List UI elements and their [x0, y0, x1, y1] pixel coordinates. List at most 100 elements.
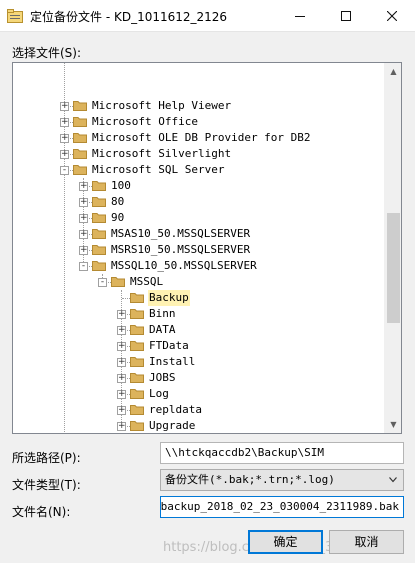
- cancel-button[interactable]: 取消: [329, 530, 404, 554]
- tree-item[interactable]: - Microsoft SQL Server: [13, 162, 385, 178]
- expand-icon[interactable]: +: [117, 310, 126, 319]
- folder-icon: [73, 149, 87, 159]
- tree-item[interactable]: + Install: [13, 354, 385, 370]
- tree-item[interactable]: Backup: [13, 290, 385, 306]
- tree-item-label: MSAS10_50.MSSQLSERVER: [111, 227, 251, 240]
- folder-icon: [92, 197, 106, 207]
- expand-icon[interactable]: +: [79, 198, 88, 207]
- folder-icon: [130, 405, 144, 415]
- expand-icon[interactable]: +: [117, 374, 126, 383]
- tree-item[interactable]: + Microsoft Office: [13, 114, 385, 130]
- expand-icon[interactable]: +: [79, 182, 88, 191]
- folder-icon: [130, 357, 144, 367]
- folder-tree[interactable]: + Microsoft Help Viewer + Microsoft Office +…: [12, 62, 402, 434]
- tree-item[interactable]: +80: [13, 194, 385, 210]
- tree-item[interactable]: + DATA: [13, 322, 385, 338]
- tree-item-label: Microsoft Office: [92, 115, 198, 128]
- collapse-icon[interactable]: -: [60, 166, 69, 175]
- tree-item[interactable]: + Upgrade: [13, 418, 385, 433]
- folder-icon: [130, 325, 144, 335]
- folder-icon: [92, 181, 106, 191]
- expand-icon[interactable]: +: [117, 406, 126, 415]
- minimize-button[interactable]: [277, 0, 323, 32]
- tree-item[interactable]: + FTData: [13, 338, 385, 354]
- folder-tree-rows: + Microsoft Help Viewer + Microsoft Office +…: [13, 63, 385, 433]
- app-icon: [7, 9, 23, 23]
- tree-item[interactable]: + MSRS10_50.MSSQLSERVER: [13, 242, 385, 258]
- tree-item-label: Log: [149, 387, 169, 400]
- tree-item[interactable]: + Microsoft Silverlight: [13, 146, 385, 162]
- tree-item[interactable]: + Microsoft OLE DB Provider for DB2: [13, 130, 385, 146]
- tree-item-label: DATA: [149, 323, 176, 336]
- file-name-label: 文件名(N):: [12, 505, 71, 519]
- tree-item-label: MSRS10_50.MSSQLSERVER: [111, 243, 251, 256]
- scroll-down-arrow-icon[interactable]: ▼: [385, 416, 401, 433]
- expand-icon[interactable]: +: [60, 102, 69, 111]
- dialog-body: 选择文件(S): + Microsoft Help Viewer + Microsof…: [0, 32, 415, 563]
- tree-item-label: MSSQL10_50.MSSQLSERVER: [111, 259, 257, 272]
- tree-item[interactable]: +100: [13, 178, 385, 194]
- expand-icon[interactable]: +: [60, 118, 69, 127]
- title-bar: 定位备份文件 - KD_1011612_2126: [0, 0, 415, 32]
- file-name-input[interactable]: SIM_backup_2018_02_23_030004_2311989.bak: [160, 496, 404, 518]
- expand-icon[interactable]: +: [79, 214, 88, 223]
- tree-item[interactable]: + Binn: [13, 306, 385, 322]
- tree-item-label: Microsoft SQL Server: [92, 163, 225, 176]
- scroll-up-arrow-icon[interactable]: ▲: [385, 63, 401, 80]
- expand-icon[interactable]: +: [117, 358, 126, 367]
- tree-item-label: Binn: [149, 307, 176, 320]
- folder-icon: [130, 309, 144, 319]
- expand-icon[interactable]: +: [60, 150, 69, 159]
- folder-icon: [92, 229, 106, 239]
- folder-icon: [73, 117, 87, 127]
- selected-path-label: 所选路径(P):: [12, 451, 81, 465]
- tree-item[interactable]: - MSSQL10_50.MSSQLSERVER: [13, 258, 385, 274]
- tree-item-label: Backup: [148, 290, 190, 306]
- tree-item-label: 90: [111, 211, 125, 224]
- collapse-icon[interactable]: -: [98, 278, 107, 287]
- tree-item[interactable]: + Microsoft Help Viewer: [13, 98, 385, 114]
- close-button[interactable]: [369, 0, 415, 32]
- folder-icon: [73, 133, 87, 143]
- folder-icon: [92, 245, 106, 255]
- tree-item-label: JOBS: [149, 371, 176, 384]
- tree-item[interactable]: - MSSQL: [13, 274, 385, 290]
- tree-item-label: Install: [149, 355, 196, 368]
- file-name-value: SIM_backup_2018_02_23_030004_2311989.bak: [160, 500, 399, 513]
- ok-button[interactable]: 确定: [248, 530, 323, 554]
- expand-icon[interactable]: +: [79, 246, 88, 255]
- tree-item[interactable]: + MSAS10_50.MSSQLSERVER: [13, 226, 385, 242]
- tree-vertical-scrollbar[interactable]: ▲ ▼: [384, 63, 401, 433]
- tree-item-label: Microsoft OLE DB Provider for DB2: [92, 131, 311, 144]
- tree-item-label: Upgrade: [149, 419, 196, 432]
- select-file-label: 选择文件(S):: [12, 46, 82, 60]
- tree-item[interactable]: +90: [13, 210, 385, 226]
- scrollbar-thumb[interactable]: [387, 213, 400, 323]
- tree-item-label: MSSQL: [130, 275, 164, 288]
- expand-icon[interactable]: +: [79, 230, 88, 239]
- tree-item[interactable]: + JOBS: [13, 370, 385, 386]
- tree-item-label: Microsoft Silverlight: [92, 147, 232, 160]
- expand-icon[interactable]: +: [117, 422, 126, 431]
- file-type-label: 文件类型(T):: [12, 478, 81, 492]
- window-title: 定位备份文件 - KD_1011612_2126: [30, 10, 228, 24]
- expand-icon[interactable]: +: [117, 390, 126, 399]
- tree-item-label: FTData: [149, 339, 189, 352]
- expand-icon[interactable]: +: [60, 134, 69, 143]
- tree-item[interactable]: + repldata: [13, 402, 385, 418]
- maximize-button[interactable]: [323, 0, 369, 32]
- tree-item[interactable]: + Log: [13, 386, 385, 402]
- file-type-select[interactable]: 备份文件(*.bak;*.trn;*.log): [160, 469, 404, 491]
- tree-item-label: 100: [111, 179, 131, 192]
- close-icon: [387, 11, 397, 21]
- folder-icon: [130, 373, 144, 383]
- folder-icon: [111, 277, 125, 287]
- folder-icon: [130, 341, 144, 351]
- selected-path-field[interactable]: \\htckqaccdb2\Backup\SIM: [160, 442, 404, 464]
- expand-icon[interactable]: +: [117, 326, 126, 335]
- folder-icon: [92, 261, 106, 271]
- expand-icon[interactable]: +: [117, 342, 126, 351]
- collapse-icon[interactable]: -: [79, 262, 88, 271]
- folder-icon: [130, 293, 144, 303]
- folder-icon: [73, 165, 87, 175]
